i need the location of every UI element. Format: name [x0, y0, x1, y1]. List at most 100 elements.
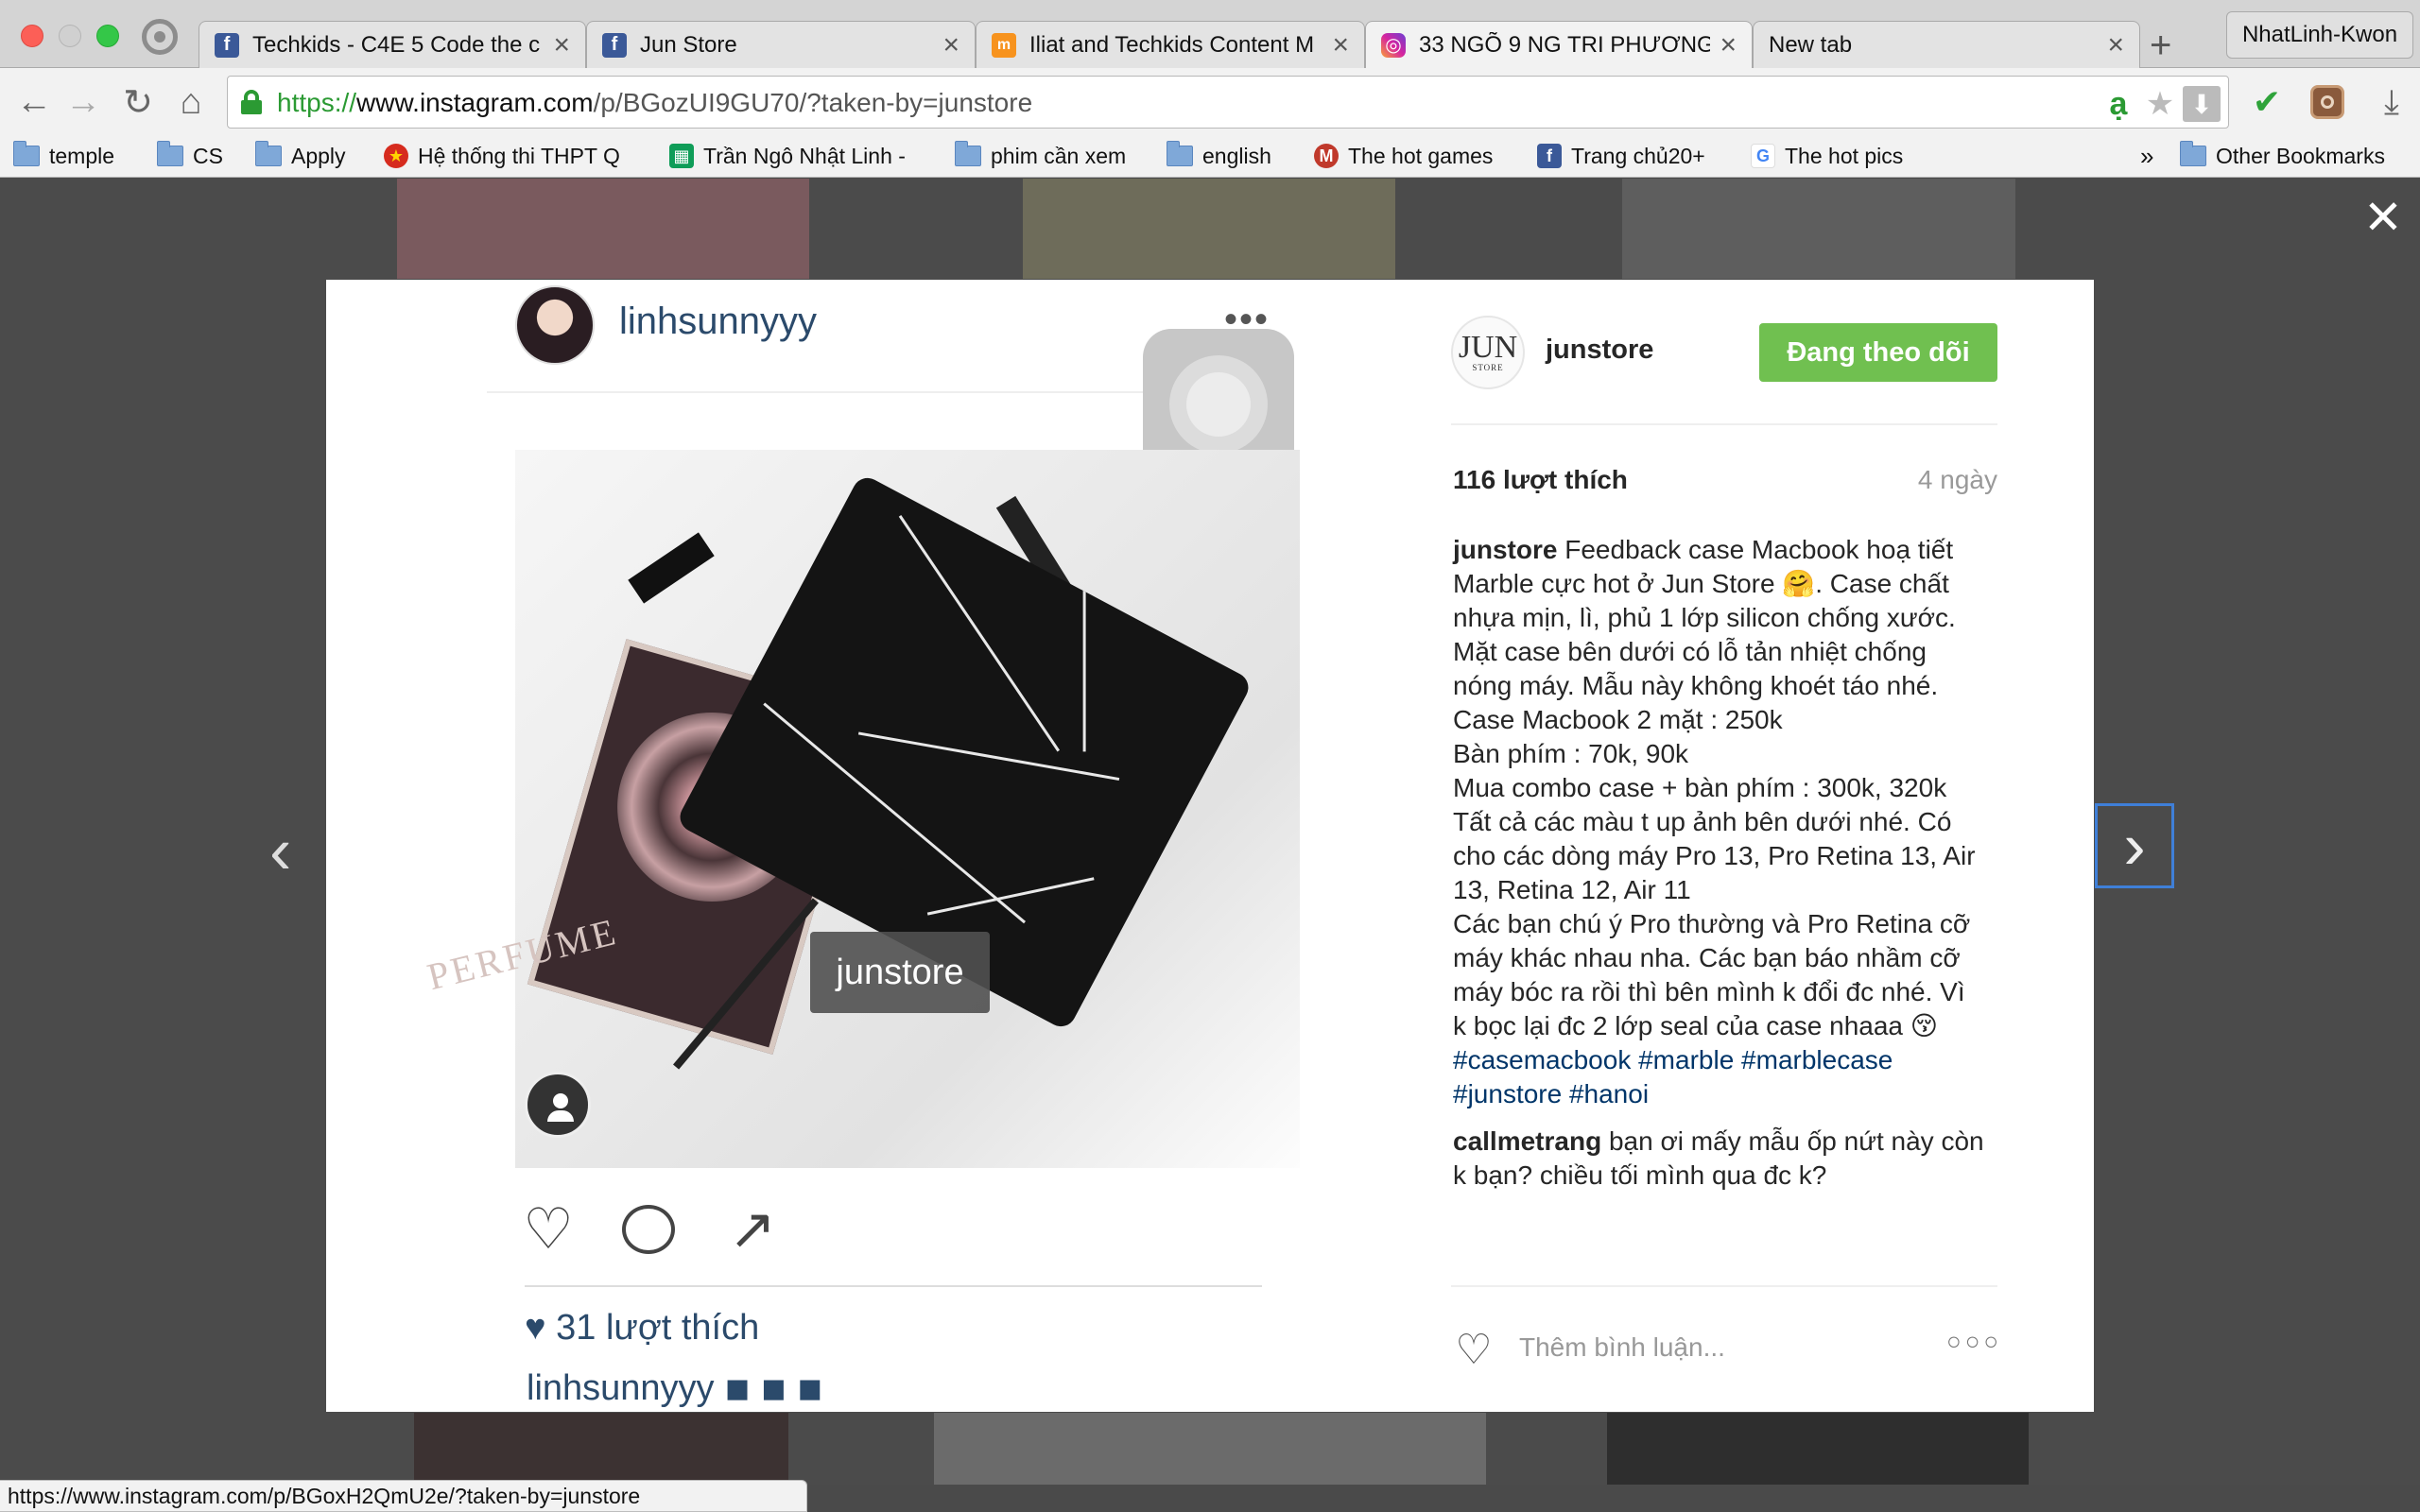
- photo-actions: ♡ ↗: [515, 1196, 818, 1272]
- game-icon: M: [1314, 144, 1339, 168]
- url-text[interactable]: https://www.instagram.com/p/BGozUI9GU70/…: [277, 88, 1032, 118]
- bookmarks-bar: temple CS Apply ★ Hệ thống thi THPT Q ▦ Tr…: [0, 136, 2420, 178]
- comment-item: callmetrang bạn ơi mấy mẫu ốp nứt này cò…: [1453, 1126, 1984, 1190]
- home-icon[interactable]: ⌂: [170, 81, 212, 123]
- moodle-icon: m: [992, 32, 1016, 58]
- status-bar-url: https://www.instagram.com/p/BGoxH2QmU2e/…: [0, 1480, 807, 1512]
- bookmark-tran-ngo-nhat-linh[interactable]: ▦ Trần Ngô Nhật Linh -: [669, 140, 928, 172]
- tab-strip: f Techkids - C4E 5 Code the c × f Jun St…: [0, 0, 2420, 68]
- close-tab-icon[interactable]: ×: [942, 29, 959, 61]
- download-icon[interactable]: ⤓: [2371, 81, 2412, 123]
- like-heart-icon[interactable]: ♡: [1451, 1327, 1496, 1373]
- star-icon[interactable]: ★: [2141, 86, 2179, 122]
- checkmark-icon[interactable]: ✔: [2246, 81, 2288, 123]
- avatar[interactable]: JUN STORE: [1451, 316, 1525, 389]
- forward-icon[interactable]: →: [62, 81, 104, 123]
- facebook-icon: f: [602, 32, 627, 58]
- folder-icon: [1167, 141, 1193, 166]
- bookmark-he-thong-thi[interactable]: ★ Hệ thống thi THPT Q: [384, 140, 639, 172]
- background-photo: [1023, 179, 1395, 279]
- bookmark-temple[interactable]: temple: [13, 140, 114, 172]
- add-comment-input[interactable]: Thêm bình luận...: [1519, 1332, 1725, 1363]
- tab-new-tab[interactable]: New tab ×: [1753, 21, 2140, 68]
- bookmark-phim-can-xem[interactable]: phim cần xem: [955, 140, 1126, 172]
- lipstick-image: [628, 532, 715, 604]
- divider: [525, 1285, 1262, 1287]
- background-photo: [934, 1413, 1486, 1485]
- sheets-icon: ▦: [669, 144, 694, 168]
- chevron-right-icon: ›: [2123, 809, 2146, 883]
- bookmarks-overflow-button[interactable]: »: [2140, 140, 2153, 172]
- background-photo: [1622, 179, 2015, 279]
- browser-toolbar: ← → ↻ ⌂ https://www.instagram.com/p/BGoz…: [0, 68, 2420, 136]
- caption-username[interactable]: junstore: [1453, 535, 1557, 564]
- next-post-button[interactable]: ›: [2095, 803, 2174, 888]
- folder-icon: [157, 141, 183, 166]
- tab-techkids[interactable]: f Techkids - C4E 5 Code the c ×: [199, 21, 586, 68]
- bookmark-hot-pics[interactable]: G The hot pics: [1751, 140, 1903, 172]
- avatar: [515, 285, 595, 365]
- close-tab-icon[interactable]: ×: [1332, 29, 1349, 61]
- new-tab-button[interactable]: +: [2150, 26, 2171, 64]
- bookmark-trang-chu[interactable]: f Trang chủ20+: [1537, 140, 1705, 172]
- profile-button[interactable]: NhatLinh-Kwon: [2226, 11, 2413, 59]
- close-tab-icon[interactable]: ×: [2107, 29, 2124, 61]
- tab-title: Iliat and Techkids Content M: [1029, 31, 1315, 58]
- address-bar[interactable]: https://www.instagram.com/p/BGozUI9GU70/…: [227, 76, 2229, 129]
- zoom-window-button[interactable]: [96, 25, 119, 47]
- bookmark-english[interactable]: english: [1167, 140, 1271, 172]
- post-caption: junstore Feedback case Macbook hoạ tiết …: [1453, 533, 2001, 1111]
- bookmark-hot-games[interactable]: M The hot games: [1314, 140, 1493, 172]
- tab-iliat[interactable]: m Iliat and Techkids Content M ×: [976, 21, 1365, 68]
- download-arrow-icon[interactable]: ⬇: [2183, 86, 2221, 122]
- hashtag-link[interactable]: #junstore #hanoi: [1453, 1077, 2001, 1111]
- instagram-icon: ◎: [1381, 32, 1406, 58]
- post-username[interactable]: junstore: [1546, 335, 1653, 366]
- tab-instagram[interactable]: ◎ 33 NGÕ 9 NG TRI PHƯƠNG, ×: [1365, 21, 1753, 68]
- divider: [1451, 1285, 1997, 1287]
- bookmark-apply[interactable]: Apply: [255, 140, 346, 172]
- previous-post-button[interactable]: ‹: [269, 817, 291, 884]
- folder-icon: [2180, 141, 2206, 166]
- divider: [1451, 423, 1997, 425]
- more-options-icon[interactable]: ○○○: [1946, 1327, 2002, 1356]
- heart-icon: ♡: [523, 1197, 574, 1261]
- back-icon[interactable]: ←: [13, 81, 55, 123]
- tab-jun-store[interactable]: f Jun Store ×: [586, 21, 976, 68]
- background-photo: [414, 1413, 788, 1485]
- post-age[interactable]: 4 ngày: [1895, 465, 1997, 495]
- reload-icon[interactable]: ↻: [117, 81, 159, 123]
- tab-title: New tab: [1769, 31, 1853, 58]
- post-photo[interactable]: linhsunnyyy ••• PERFUME junstore ♡ ↗ ♥ 3…: [326, 280, 1451, 1412]
- chrome-logo-icon: [142, 19, 178, 55]
- watermark: junstore: [810, 932, 990, 1013]
- likes-count[interactable]: 116 lượt thích: [1453, 465, 1628, 495]
- bookmark-cs[interactable]: CS: [157, 140, 223, 172]
- comment-username[interactable]: callmetrang: [1453, 1126, 1601, 1156]
- minimize-window-button[interactable]: [59, 25, 81, 47]
- folder-icon: [255, 141, 282, 166]
- close-window-button[interactable]: [21, 25, 43, 47]
- google-icon: G: [1751, 144, 1775, 168]
- close-icon[interactable]: ✕: [2363, 194, 2403, 241]
- photo-caption: linhsunnyyy ◾ ◾ ◾: [527, 1368, 823, 1408]
- comment-icon: [615, 1196, 682, 1263]
- close-tab-icon[interactable]: ×: [553, 29, 570, 61]
- user-tag-icon[interactable]: [525, 1072, 591, 1138]
- following-button[interactable]: Đang theo dõi: [1759, 323, 1997, 382]
- facebook-icon: f: [1537, 144, 1562, 168]
- folder-icon: [13, 141, 40, 166]
- emblem-icon: ★: [384, 144, 408, 168]
- other-bookmarks[interactable]: Other Bookmarks: [2180, 140, 2385, 172]
- product-photo: [515, 450, 1300, 1168]
- tab-title: 33 NGÕ 9 NG TRI PHƯƠNG,: [1419, 31, 1711, 58]
- tab-title: Techkids - C4E 5 Code the c: [252, 31, 541, 58]
- vietnamese-input-icon[interactable]: ạ: [2100, 86, 2137, 122]
- share-icon: ↗: [728, 1197, 777, 1261]
- post-modal: linhsunnyyy ••• PERFUME junstore ♡ ↗ ♥ 3…: [326, 280, 2094, 1412]
- background-photo: [397, 179, 809, 279]
- hashtag-link[interactable]: #casemacbook #marble #marblecase: [1453, 1043, 2001, 1077]
- instagram-icon[interactable]: [2307, 81, 2348, 123]
- close-tab-icon[interactable]: ×: [1720, 29, 1737, 61]
- photo-likes: ♥ 31 lượt thích: [525, 1308, 760, 1348]
